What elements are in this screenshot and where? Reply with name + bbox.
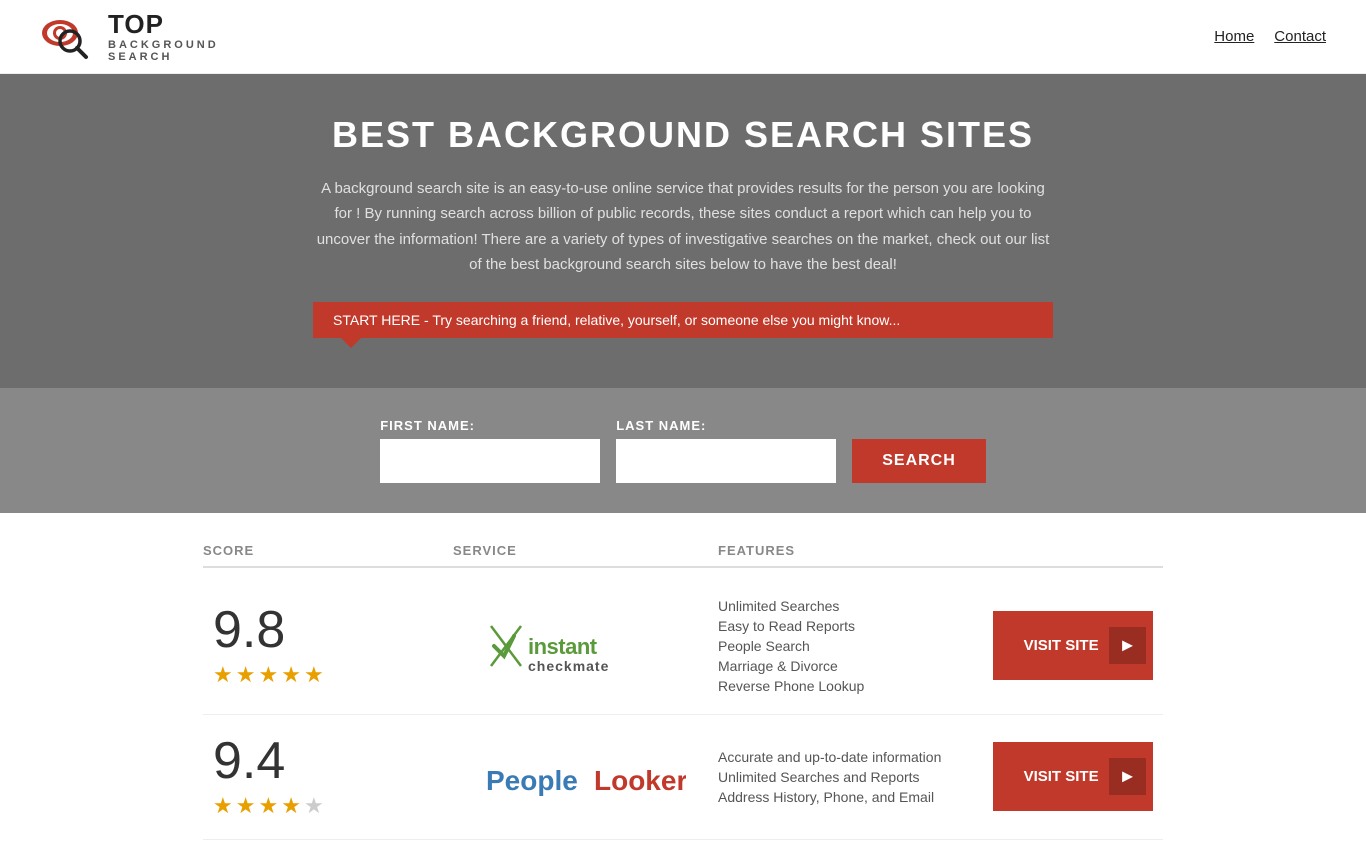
site-header: TOP BACKGROUNDSEARCH Home Contact: [0, 0, 1366, 74]
results-table: SCORE SERVICE FEATURES 9.8 ★ ★ ★ ★ ★: [183, 513, 1183, 860]
star-half-1: ★: [304, 662, 324, 688]
logo-text: TOP BACKGROUNDSEARCH: [108, 10, 219, 63]
star-empty-2-5: ★: [304, 793, 324, 819]
search-button[interactable]: SEARCH: [852, 439, 986, 483]
last-name-group: LAST NAME:: [616, 418, 836, 483]
star-4: ★: [281, 662, 301, 688]
features-column-1: Unlimited Searches Easy to Read Reports …: [718, 598, 983, 694]
header-features: FEATURES: [718, 543, 983, 558]
feature-1-5: Reverse Phone Lookup: [718, 678, 983, 694]
visit-column-2: VISIT SITE ►: [983, 742, 1163, 811]
visit-arrow-icon-2: ►: [1109, 758, 1147, 795]
svg-text:Looker: Looker: [594, 765, 686, 796]
star-3: ★: [258, 662, 278, 688]
feature-1-2: Easy to Read Reports: [718, 618, 983, 634]
visit-column-1: VISIT SITE ►: [983, 611, 1163, 680]
last-name-label: LAST NAME:: [616, 418, 836, 433]
stars-1: ★ ★ ★ ★ ★: [213, 662, 324, 688]
peoplelooker-logo: People Looker: [486, 747, 686, 807]
feature-1-1: Unlimited Searches: [718, 598, 983, 614]
hero-description: A background search site is an easy-to-u…: [313, 176, 1053, 278]
callout-text: START HERE - Try searching a friend, rel…: [333, 312, 900, 328]
star-2-2: ★: [236, 793, 256, 819]
header-score: SCORE: [203, 543, 453, 558]
feature-2-1: Accurate and up-to-date information: [718, 749, 983, 765]
score-column-2: 9.4 ★ ★ ★ ★ ★: [203, 735, 453, 819]
svg-text:People: People: [486, 765, 578, 796]
score-number-1: 9.8: [213, 604, 285, 656]
last-name-input[interactable]: [616, 439, 836, 483]
svg-text:checkmate: checkmate: [528, 658, 609, 674]
star-2-1: ★: [213, 793, 233, 819]
first-name-label: FIRST NAME:: [380, 418, 600, 433]
star-1: ★: [213, 662, 233, 688]
logo: TOP BACKGROUNDSEARCH: [40, 10, 219, 63]
first-name-group: FIRST NAME:: [380, 418, 600, 483]
score-column-1: 9.8 ★ ★ ★ ★ ★: [203, 604, 453, 688]
star-2: ★: [236, 662, 256, 688]
header-service: SERVICE: [453, 543, 718, 558]
search-section: FIRST NAME: LAST NAME: SEARCH: [0, 388, 1366, 513]
header-action: [983, 543, 1163, 558]
table-row: 9.8 ★ ★ ★ ★ ★ instant: [203, 578, 1163, 715]
checkmate-logo-svg: instant checkmate: [486, 616, 686, 676]
visit-site-button-2[interactable]: VISIT SITE ►: [993, 742, 1153, 811]
feature-2-2: Unlimited Searches and Reports: [718, 769, 983, 785]
hero-section: BEST BACKGROUND SEARCH SITES A backgroun…: [0, 74, 1366, 388]
features-column-2: Accurate and up-to-date information Unli…: [718, 749, 983, 805]
table-header-row: SCORE SERVICE FEATURES: [203, 533, 1163, 568]
first-name-input[interactable]: [380, 439, 600, 483]
logo-icon: [40, 11, 100, 61]
peoplelooker-logo-svg: People Looker: [486, 752, 686, 802]
logo-top-text: TOP: [108, 10, 219, 39]
visit-site-label-2: VISIT SITE: [1024, 768, 1099, 785]
nav-home[interactable]: Home: [1214, 28, 1254, 45]
visit-arrow-icon-1: ►: [1109, 627, 1147, 664]
visit-site-button-1[interactable]: VISIT SITE ►: [993, 611, 1153, 680]
service-column-1: instant checkmate: [453, 616, 718, 676]
star-2-4: ★: [281, 793, 301, 819]
logo-sub-text: BACKGROUNDSEARCH: [108, 39, 219, 63]
hero-title: BEST BACKGROUND SEARCH SITES: [20, 114, 1346, 156]
stars-2: ★ ★ ★ ★ ★: [213, 793, 324, 819]
service-column-2: People Looker: [453, 747, 718, 807]
feature-1-4: Marriage & Divorce: [718, 658, 983, 674]
search-form: FIRST NAME: LAST NAME: SEARCH: [20, 418, 1346, 483]
table-row: 9.4 ★ ★ ★ ★ ★ People Looker Accurate and…: [203, 715, 1163, 840]
score-number-2: 9.4: [213, 735, 285, 787]
checkmate-logo: instant checkmate: [486, 616, 686, 676]
main-nav: Home Contact: [1214, 28, 1326, 45]
feature-2-3: Address History, Phone, and Email: [718, 789, 983, 805]
star-2-3: ★: [258, 793, 278, 819]
callout-bar: START HERE - Try searching a friend, rel…: [313, 302, 1053, 338]
visit-site-label-1: VISIT SITE: [1024, 637, 1099, 654]
svg-text:instant: instant: [528, 634, 598, 659]
feature-1-3: People Search: [718, 638, 983, 654]
nav-contact[interactable]: Contact: [1274, 28, 1326, 45]
